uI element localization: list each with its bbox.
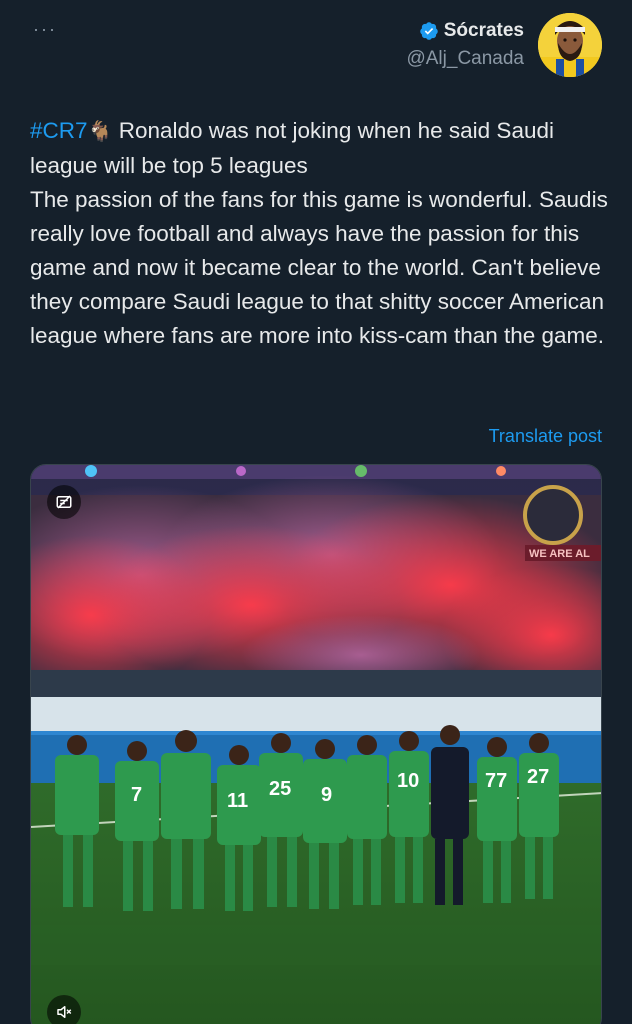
verified-badge-icon [419, 22, 438, 40]
banner-text: WE ARE AL [529, 548, 590, 560]
shirt-number: 10 [397, 770, 419, 792]
avatar[interactable] [538, 13, 602, 77]
shirt-number: 27 [527, 766, 549, 788]
goat-emoji: 🐐 [87, 121, 113, 143]
gif-alt-icon[interactable] [47, 485, 81, 519]
shirt-number: 77 [485, 770, 507, 792]
author-handle[interactable]: @Alj_Canada [406, 48, 524, 70]
post-text: #CR7🐐 Ronaldo was not joking when he sai… [30, 114, 610, 353]
shirt-number: 7 [131, 784, 142, 806]
post-media-video[interactable]: WE ARE AL 7 11 25 9 10 77 27 [30, 464, 602, 1024]
more-options-icon[interactable]: ··· [33, 20, 57, 38]
hashtag-link[interactable]: #CR7 [30, 118, 88, 143]
shirt-number: 11 [227, 790, 248, 812]
shirt-number: 9 [321, 784, 332, 806]
stadium-scene: WE ARE AL 7 11 25 9 10 77 27 [31, 465, 601, 1024]
translate-post-link[interactable]: Translate post [489, 426, 602, 447]
shirt-number: 25 [269, 778, 291, 800]
author-block[interactable]: Sócrates @Alj_Canada [406, 20, 524, 70]
author-name[interactable]: Sócrates [444, 20, 524, 42]
post-text-rest: The passion of the fans for this game is… [30, 187, 608, 348]
speaker-muted-icon[interactable] [47, 995, 81, 1024]
tweet-detail: ··· Sócrates @Alj_Canada #CR7🐐 Ronaldo w… [0, 0, 632, 1024]
